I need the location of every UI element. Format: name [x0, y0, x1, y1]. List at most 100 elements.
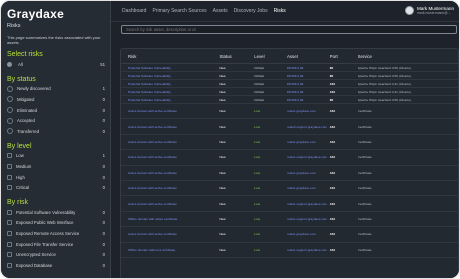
port-cell: 80 — [329, 73, 334, 78]
service-cell: Apache Httpd: Apache/2.4.41 (Ubuntu) — [357, 89, 411, 94]
risk-link[interactable]: Active domain with active certificate — [121, 155, 219, 159]
service-cell: Certificate — [357, 109, 372, 114]
filter-risk-potential-software-vulnerability[interactable]: Potential Software Vulnerability 0 — [7, 207, 105, 218]
asset-link[interactable]: node1.support.graydaxe.com — [287, 155, 330, 159]
nav-item-risks[interactable]: Risks — [274, 8, 286, 14]
column-header-asset[interactable]: Asset — [287, 54, 330, 59]
all-icon — [7, 61, 12, 67]
filter-level-low[interactable]: Low 1 — [7, 151, 105, 162]
risk-link[interactable]: Potential Software Vulnerability — [121, 74, 219, 78]
column-header-service[interactable]: Service — [358, 54, 458, 59]
filter-label: All — [18, 61, 23, 67]
column-header-port[interactable]: Port — [330, 54, 358, 59]
asset-link[interactable]: node1.graydaxe.com — [287, 232, 330, 236]
filter-label: Transferred — [17, 128, 40, 134]
risk-link[interactable]: Offline domain without a certificate — [121, 248, 219, 252]
asset-link[interactable]: 89.666.0.66 — [287, 82, 330, 86]
nav-item-primary-search-sources[interactable]: Primary Search Sources — [152, 8, 206, 14]
asset-link[interactable]: node2.support.graydaxe.com — [287, 125, 330, 129]
asset-link[interactable]: 89.666.0.66 — [287, 98, 330, 102]
main-content: Dashboard Primary Search Sources Assets Dis… — [111, 1, 459, 278]
filter-label: High — [16, 174, 25, 180]
nav-item-dashboard[interactable]: Dashboard — [122, 8, 146, 14]
risk-link[interactable]: Potential Software Vulnerability — [121, 98, 219, 102]
risk-link[interactable]: Active domain with active certificate — [121, 232, 219, 236]
table-row[interactable]: Active domain with active certificate New… — [121, 227, 458, 243]
filter-count: 0 — [102, 174, 105, 180]
asset-link[interactable]: node1.graydaxe.com — [287, 109, 330, 113]
filter-status-eliminated[interactable]: Eliminated 0 — [7, 105, 105, 116]
nav-item-assets[interactable]: Assets — [213, 8, 228, 14]
radio-icon — [7, 85, 13, 92]
filter-status-accepted[interactable]: Accepted 0 — [7, 115, 105, 126]
filter-count: 0 — [102, 185, 105, 191]
radio-icon — [7, 220, 12, 226]
filter-status-mitigated[interactable]: Mitigated 0 — [7, 94, 105, 105]
table-row[interactable]: Active domain with active certificate New… — [121, 181, 458, 197]
status-cell: New — [219, 81, 226, 86]
service-cell: Certificate — [357, 201, 372, 206]
status-cell: New — [219, 201, 226, 206]
filter-risk-exposed-file-transfer-service[interactable]: Exposed File Transfer Service 0 — [7, 239, 105, 250]
risk-link[interactable]: Potential Software Vulnerability — [121, 90, 219, 94]
table-row[interactable]: Active domain with active certificate New… — [121, 104, 458, 120]
table-row[interactable]: Potential Software Vulnerability New Criti… — [121, 72, 458, 80]
status-cell: New — [219, 124, 226, 129]
table-row[interactable]: Offline domain without a certificate New L… — [121, 243, 458, 258]
asset-link[interactable]: node1.support.graydaxe.com — [287, 248, 330, 252]
level-cell: Low — [254, 124, 260, 129]
asset-link[interactable]: node1.support.graydaxe.com — [287, 202, 330, 206]
asset-link[interactable]: node1.graydaxe.com — [287, 186, 330, 190]
filter-level-critical[interactable]: Critical 0 — [7, 182, 105, 193]
level-cell: Low — [254, 170, 260, 175]
risk-link[interactable]: Active domain with active certificate — [121, 186, 219, 190]
filter-label: Unencrypted Service — [16, 252, 56, 258]
user-menu[interactable]: Mark Mustermann mark.mustermann@... — [404, 6, 454, 15]
table-row[interactable]: Offline domain with active certificate Ne… — [121, 212, 458, 228]
search-input[interactable] — [121, 25, 457, 34]
filter-risk-unencrypted-service[interactable]: Unencrypted Service 0 — [7, 249, 105, 260]
filter-level-high[interactable]: High 0 — [7, 172, 105, 183]
table-row[interactable]: Active domain with active certificate New… — [121, 135, 458, 151]
asset-link[interactable]: 89.666.0.66 — [287, 66, 330, 70]
risk-link[interactable]: Active domain with active certificate — [121, 140, 219, 144]
table-row[interactable]: Active domain with active certificate New… — [121, 150, 458, 166]
filter-status-transferred[interactable]: Transferred 0 — [7, 126, 105, 137]
filter-status-newly-discovered[interactable]: Newly discovered 1 — [7, 84, 105, 95]
filter-count: 1 — [102, 153, 105, 159]
table-row[interactable]: Potential Software Vulnerability New Criti… — [121, 80, 458, 88]
status-cell: New — [219, 216, 226, 221]
level-cell: Low — [254, 139, 260, 144]
table-row[interactable]: Potential Software Vulnerability New Criti… — [121, 96, 458, 104]
asset-link[interactable]: node1.graydaxe.com — [287, 171, 330, 175]
service-cell: Certificate — [357, 155, 372, 160]
filter-level-medium[interactable]: Medium 0 — [7, 161, 105, 172]
table-row[interactable]: Potential Software Vulnerability New Criti… — [121, 88, 458, 96]
nav-item-discovery-jobs[interactable]: Discovery Jobs — [234, 8, 268, 14]
risk-link[interactable]: Active domain with active certificate — [121, 109, 219, 113]
risk-link[interactable]: Potential Software Vulnerability — [121, 66, 219, 70]
filter-count: 0 — [102, 262, 105, 268]
asset-link[interactable]: 89.666.0.66 — [287, 74, 330, 78]
column-header-risk[interactable]: Risk — [121, 54, 219, 59]
risk-link[interactable]: Offline domain with active certificate — [121, 217, 219, 221]
filter-all[interactable]: All 51 — [7, 59, 105, 70]
filter-risk-exposed-database[interactable]: Exposed Database 0 — [7, 260, 105, 271]
column-header-level[interactable]: Level — [254, 54, 287, 59]
column-header-status[interactable]: Status — [219, 54, 254, 59]
asset-link[interactable]: 89.666.0.66 — [287, 90, 330, 94]
table-row[interactable]: Potential Software Vulnerability New Criti… — [121, 64, 458, 72]
filter-risk-exposed-remote-access-service[interactable]: Exposed Remote Access Service 0 — [7, 228, 105, 239]
table-row[interactable]: Active domain with active certificate New… — [121, 166, 458, 181]
table-row[interactable]: Active domain with active certificate New… — [121, 119, 458, 135]
asset-link[interactable]: node1.support.graydaxe.com — [287, 217, 330, 221]
risk-link[interactable]: Active domain with active certificate — [121, 202, 219, 206]
by-level-heading: By level — [7, 142, 32, 150]
filter-risk-exposed-public-web-interface[interactable]: Exposed Public Web Interface 0 — [7, 218, 105, 229]
risk-link[interactable]: Active domain with active certificate — [121, 125, 219, 129]
risk-link[interactable]: Active domain with active certificate — [121, 171, 219, 175]
table-row[interactable]: Active domain with active certificate New… — [121, 196, 458, 212]
risk-link[interactable]: Potential Software Vulnerability — [121, 82, 219, 86]
asset-link[interactable]: node1.graydaxe.com — [287, 140, 330, 144]
status-cell: New — [219, 97, 226, 102]
